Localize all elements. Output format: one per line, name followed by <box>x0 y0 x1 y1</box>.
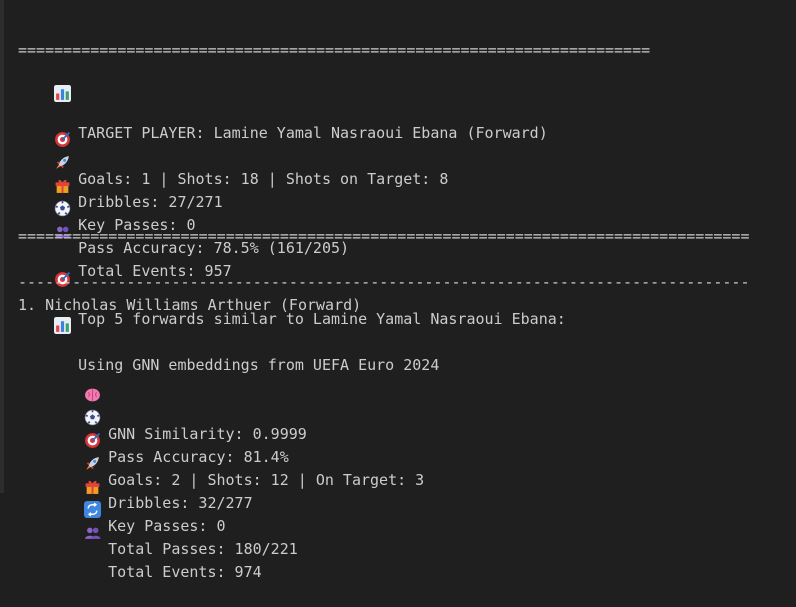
result-total-events: Total Events: 974 <box>108 563 262 581</box>
similar-header-line: Top 5 forwards similar to Lamine Yamal N… <box>18 202 566 328</box>
target-total-events-line: Total Events: 957 <box>18 154 232 280</box>
target-title-line: TARGET PLAYER: Lamine Yamal Nasraoui Eba… <box>18 16 548 142</box>
result-goals-line: Goals: 2 | Shots: 12 | On Target: 3 <box>48 363 424 489</box>
result-dribbles-line: Dribbles: 32/277 <box>48 386 253 512</box>
dash-separator: ----------------------------------------… <box>18 273 750 291</box>
result-key-passes: Key Passes: 0 <box>108 517 226 535</box>
result-similarity-line: GNN Similarity: 0.9999 <box>48 317 307 443</box>
target-pass-accuracy-line: Pass Accuracy: 78.5% (161/205) <box>18 131 349 257</box>
target-separator: ========================================… <box>18 41 651 59</box>
result-pass-accuracy-line: Pass Accuracy: 81.4% <box>48 340 289 466</box>
similar-separator: ========================================… <box>18 227 750 245</box>
people-icon <box>54 177 71 238</box>
result-key-passes-line: Key Passes: 0 <box>48 409 226 535</box>
result-total-passes: Total Passes: 180/221 <box>108 540 298 558</box>
terminal-output: TARGET PLAYER: Lamine Yamal Nasraoui Eba… <box>0 0 796 581</box>
embedding-source-line: Using GNN embeddings from UEFA Euro 2024 <box>18 248 439 374</box>
result-total-events-line: Total Events: 974 <box>48 455 262 581</box>
result-title: 1. Nicholas Williams Arthuer (Forward) <box>18 296 362 314</box>
target-goals-line: Goals: 1 | Shots: 18 | Shots on Target: … <box>18 62 448 188</box>
target-key-passes-line: Key Passes: 0 <box>18 108 196 234</box>
result-total-passes-line: Total Passes: 180/221 <box>48 432 298 558</box>
people-icon <box>84 478 101 539</box>
target-dribbles-line: Dribbles: 27/271 <box>18 85 223 211</box>
